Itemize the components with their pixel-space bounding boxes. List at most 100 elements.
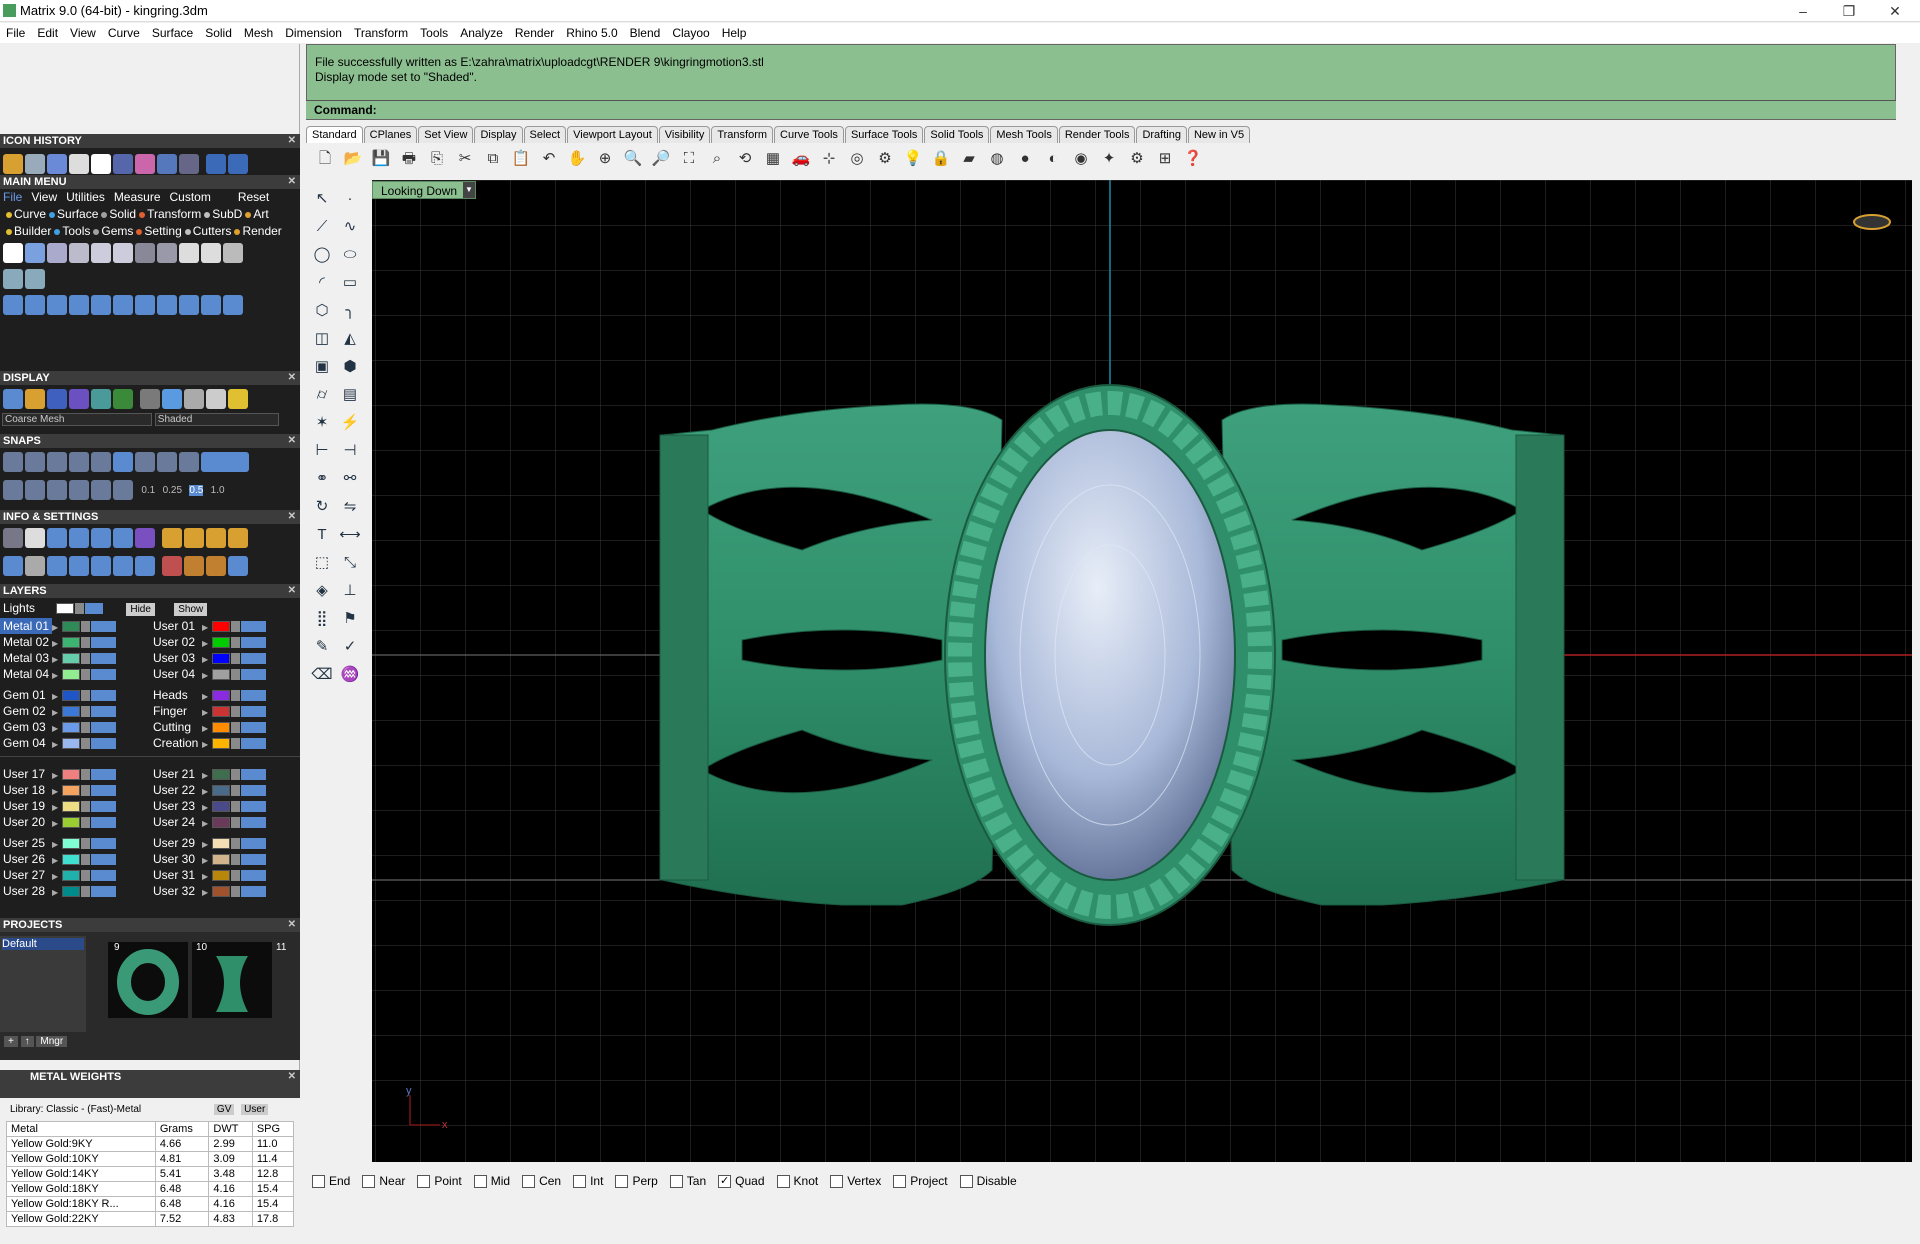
main-menu-category-solid[interactable]: Solid	[109, 207, 136, 221]
layer-color-swatch[interactable]	[212, 722, 230, 734]
history-icon[interactable]	[135, 154, 155, 174]
info-icon[interactable]	[228, 528, 248, 548]
chevron-down-icon[interactable]: ▼	[463, 182, 475, 198]
layer-visibility-toggle[interactable]	[91, 886, 116, 898]
layer-color-swatch[interactable]	[62, 653, 80, 665]
layer-visibility-toggle[interactable]	[91, 801, 116, 813]
snap-icon[interactable]	[91, 480, 111, 500]
lock-icon[interactable]	[81, 738, 90, 750]
main-menu-category-curve[interactable]: Curve	[14, 207, 46, 221]
copy-icon[interactable]: ⧉	[480, 146, 506, 172]
tab-select[interactable]: Select	[523, 126, 567, 143]
lock-icon[interactable]	[81, 801, 90, 813]
history-icon[interactable]	[25, 154, 45, 174]
main-menu-category-art[interactable]: Art	[253, 207, 268, 221]
layer-color-swatch[interactable]	[62, 637, 80, 649]
array-icon[interactable]: ⣿	[309, 606, 335, 632]
snap-icon[interactable]	[25, 480, 45, 500]
point-icon[interactable]: ·	[337, 186, 363, 212]
layer-visibility-toggle[interactable]	[241, 669, 266, 681]
tab-new-in-v5[interactable]: New in V5	[1187, 126, 1251, 143]
layer-name[interactable]: User 27	[0, 867, 52, 883]
layer-row[interactable]: User 04 ▶	[150, 666, 300, 684]
add-project-icon[interactable]: +	[4, 1036, 18, 1047]
gv-toggle[interactable]: GV	[213, 1104, 235, 1115]
checkbox-icon[interactable]: ✓	[718, 1175, 732, 1189]
scale-icon[interactable]	[135, 295, 155, 315]
main-menu-tab-view[interactable]: View	[31, 190, 57, 204]
save-icon[interactable]	[113, 154, 133, 174]
osnap-vertex[interactable]: Vertex	[824, 1164, 881, 1198]
tool-icon[interactable]	[157, 295, 177, 315]
layer-visibility-toggle[interactable]	[91, 817, 116, 829]
explode-icon[interactable]: ✶	[309, 410, 335, 436]
manager-button[interactable]: Mngr	[36, 1036, 68, 1047]
layer-name[interactable]: User 03	[150, 650, 202, 666]
analyze-icon[interactable]: ⊥	[337, 578, 363, 604]
sphere-icon[interactable]	[47, 389, 67, 409]
lock-icon[interactable]	[81, 886, 90, 898]
solid-icon[interactable]: ◈	[309, 578, 335, 604]
main-menu-category-transform[interactable]: Transform	[147, 207, 201, 221]
viewport-layout-icon[interactable]: ▦	[760, 146, 786, 172]
lock-icon[interactable]	[81, 769, 90, 781]
layer-name[interactable]: Gem 01	[0, 687, 52, 703]
expand-arrow-icon[interactable]: ▶	[202, 816, 210, 832]
tab-visibility[interactable]: Visibility	[658, 126, 711, 143]
ellipse-icon[interactable]: ⬭	[337, 242, 363, 268]
properties-icon[interactable]: ⊞	[1152, 146, 1178, 172]
layer-name[interactable]: Creation	[150, 735, 202, 751]
viewport-title[interactable]: Looking Down ▼	[372, 181, 476, 199]
menu-item-blend[interactable]: Blend	[624, 23, 667, 43]
layer-name[interactable]: Gem 03	[0, 719, 52, 735]
lock-icon[interactable]	[81, 785, 90, 797]
main-menu-tab-file[interactable]: File	[3, 190, 22, 204]
info-icon[interactable]	[47, 528, 67, 548]
open-icon[interactable]	[25, 243, 45, 263]
layer-visibility-toggle[interactable]	[91, 838, 116, 850]
info-icon[interactable]	[228, 556, 248, 576]
main-menu-category-render[interactable]: Render	[242, 224, 281, 238]
mirror-icon[interactable]: ⇋	[337, 494, 363, 520]
save-icon[interactable]	[91, 243, 111, 263]
lock-icon[interactable]	[81, 637, 90, 649]
layer-name[interactable]: User 29	[150, 835, 202, 851]
layer-color-swatch[interactable]	[212, 690, 230, 702]
rectangle-icon[interactable]: ▭	[337, 270, 363, 296]
tab-viewport-layout[interactable]: Viewport Layout	[567, 126, 658, 143]
layer-color-swatch[interactable]	[212, 886, 230, 898]
layer-name[interactable]: Gem 02	[0, 703, 52, 719]
polygon-icon[interactable]: ⬡	[309, 298, 335, 324]
sphere-icon[interactable]	[69, 389, 89, 409]
lock-icon[interactable]	[81, 854, 90, 866]
main-menu-category-surface[interactable]: Surface	[57, 207, 98, 221]
main-menu-category-gems[interactable]: Gems	[101, 224, 133, 238]
new-icon[interactable]: 🗋	[312, 146, 338, 172]
zoom-window-icon[interactable]: 🔎	[648, 146, 674, 172]
lock-icon[interactable]	[231, 690, 240, 702]
render-icon[interactable]: ✦	[1096, 146, 1122, 172]
layer-row[interactable]: Creation ▶	[150, 735, 300, 753]
polyline-icon[interactable]: ⟋	[309, 214, 335, 240]
menu-item-surface[interactable]: Surface	[146, 23, 199, 43]
tab-standard[interactable]: Standard	[306, 126, 363, 143]
lock-icon[interactable]	[81, 817, 90, 829]
new-icon[interactable]	[3, 243, 23, 263]
tool-icon[interactable]	[201, 295, 221, 315]
layer-color-swatch[interactable]	[212, 838, 230, 850]
osnap-mid[interactable]: Mid	[468, 1164, 510, 1198]
group-icon[interactable]: ⚭	[309, 466, 335, 492]
layer-visibility-toggle[interactable]	[91, 738, 116, 750]
wire-icon[interactable]	[140, 389, 160, 409]
display-icon[interactable]	[91, 389, 111, 409]
layer-name[interactable]: User 28	[0, 883, 52, 899]
user-add-icon[interactable]	[201, 243, 221, 263]
layer-row[interactable]: User 24 ▶	[150, 814, 300, 832]
arc-icon[interactable]: ◜	[309, 270, 335, 296]
info-icon[interactable]	[47, 556, 67, 576]
layer-name[interactable]: User 24	[150, 814, 202, 830]
menu-item-help[interactable]: Help	[716, 23, 753, 43]
layer-name[interactable]: User 25	[0, 835, 52, 851]
lock-icon[interactable]	[231, 653, 240, 665]
menu-item-file[interactable]: File	[0, 23, 31, 43]
